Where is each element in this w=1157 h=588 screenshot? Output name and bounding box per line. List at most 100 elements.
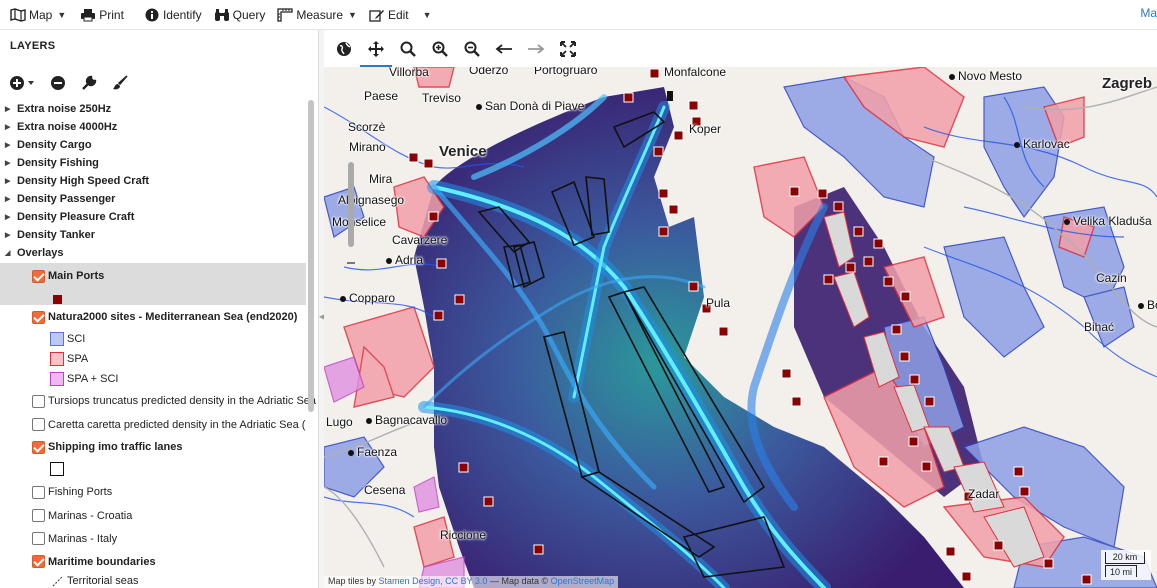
group-label: Density Tanker: [17, 229, 96, 241]
group-density-cargo[interactable]: ▶ Density Cargo: [0, 136, 306, 154]
osm-link[interactable]: OpenStreetMap: [551, 576, 615, 586]
city-cesena: Cesena: [364, 483, 406, 497]
legend-label: SPA + SCI: [67, 373, 119, 385]
forward-button[interactable]: [524, 37, 548, 61]
city-riccione: Riccione: [440, 528, 487, 542]
layer-natura2000[interactable]: Natura2000 sites - Mediterranean Sea (en…: [0, 305, 306, 329]
fullscreen-button[interactable]: [556, 37, 580, 61]
remove-layer-button[interactable]: [47, 72, 69, 94]
zoom-in-button[interactable]: [428, 37, 452, 61]
identify-label: Identify: [162, 7, 202, 22]
maritime-checkbox[interactable]: [32, 555, 45, 568]
harbor-mark: [667, 91, 673, 101]
layer-marinas-croatia[interactable]: Marinas - Croatia: [0, 504, 306, 527]
layer-label: Fishing Ports: [48, 486, 113, 498]
caret-right-icon: ▶: [5, 232, 11, 239]
zoom-out-button[interactable]: [460, 37, 484, 61]
layer-marinas-italy[interactable]: Marinas - Italy: [0, 527, 306, 550]
map-canvas[interactable]: Villorba Oderzo Portogruaro Monfalcone N…: [324, 67, 1157, 588]
main-ports-checkbox[interactable]: [32, 270, 45, 283]
top-right-link[interactable]: Ma: [1140, 6, 1157, 20]
caretta-checkbox[interactable]: [32, 418, 45, 431]
city-bihac: Bihać: [1084, 320, 1115, 334]
full-extent-button[interactable]: [332, 37, 356, 61]
city-velika: Velika Kladuša: [1064, 214, 1152, 228]
city-zadar: Zadar: [968, 487, 1000, 501]
legend-shipping-lane: [0, 458, 306, 480]
layer-fishing-ports[interactable]: Fishing Ports: [0, 480, 306, 504]
map-attribution: Map tiles by Stamen Design, CC BY 3.0 — …: [324, 576, 619, 588]
zoom-slider-bar[interactable]: [348, 162, 354, 247]
layer-scrollbar[interactable]: [307, 100, 315, 588]
binoculars-icon: [214, 7, 230, 23]
territorial-line-swatch: [52, 575, 64, 587]
group-extra-noise-250[interactable]: ▶ Extra noise 250Hz: [0, 100, 306, 118]
layer-label: Natura2000 sites - Mediterranean Sea (en…: [48, 311, 298, 323]
chevron-down-icon: ▼: [348, 9, 357, 20]
natura-checkbox[interactable]: [32, 310, 45, 324]
map-menu[interactable]: Map ▼: [0, 0, 70, 30]
group-density-fishing[interactable]: ▶ Density Fishing: [0, 154, 306, 172]
group-label: Extra noise 250Hz: [17, 103, 112, 115]
spa-sci-swatch: [50, 372, 64, 386]
identify-button[interactable]: Identify: [140, 0, 206, 30]
group-label: Density High Speed Craft: [17, 175, 150, 187]
group-density-passenger[interactable]: ▶ Density Passenger: [0, 190, 306, 208]
move-icon: [368, 40, 384, 57]
group-label: Overlays: [17, 247, 64, 259]
city-adria: Adria: [386, 253, 423, 267]
layers-panel: LAYERS ▶ Extra noise 250Hz ▶ Extra noise 4…: [0, 30, 318, 588]
pan-button[interactable]: [360, 37, 392, 67]
attribution-prefix: Map tiles by: [328, 576, 377, 586]
legend-sci: SCI: [0, 329, 306, 349]
layer-tursiops[interactable]: Tursiops truncatus predicted density in …: [0, 389, 318, 413]
city-cazin: Cazin: [1096, 271, 1127, 285]
group-density-pleasure[interactable]: ▶ Density Pleasure Craft: [0, 208, 306, 226]
layer-tree: ▶ Extra noise 250Hz ▶ Extra noise 4000Hz ▶…: [0, 100, 318, 588]
measure-menu[interactable]: Measure ▼: [273, 0, 361, 30]
caret-right-icon: ▶: [5, 178, 11, 185]
city-lugo: Lugo: [326, 415, 353, 429]
layer-caretta[interactable]: Caretta caretta predicted density in the…: [0, 413, 306, 436]
layer-maritime-boundaries[interactable]: Maritime boundaries: [0, 550, 306, 573]
print-button[interactable]: Print: [76, 0, 128, 30]
layer-settings-button[interactable]: [78, 72, 100, 94]
legend-label: SCI: [67, 333, 86, 345]
marinas-croatia-checkbox[interactable]: [32, 509, 45, 522]
layer-label: Marinas - Croatia: [48, 509, 133, 522]
measure-label: Measure: [296, 7, 344, 22]
layer-main-ports[interactable]: Main Ports: [0, 263, 306, 305]
zoom-box-button[interactable]: [396, 37, 420, 61]
scrollbar-thumb[interactable]: [308, 100, 314, 412]
stamen-link[interactable]: Stamen Design, CC BY 3.0: [379, 576, 488, 586]
tursiops-checkbox[interactable]: [32, 394, 45, 408]
attribution-mid: — Map data ©: [489, 576, 549, 586]
group-density-tanker[interactable]: ▶ Density Tanker: [0, 226, 306, 244]
fishing-ports-checkbox[interactable]: [32, 485, 45, 499]
zoom-slider[interactable]: [344, 162, 358, 272]
layer-label: Tursiops truncatus predicted density in …: [48, 395, 318, 407]
shipping-checkbox[interactable]: [32, 440, 45, 454]
edit-menu[interactable]: Edit ▼: [365, 0, 436, 30]
group-label: Extra noise 4000Hz: [17, 121, 118, 133]
city-paese: Paese: [364, 89, 399, 103]
edit-label: Edit: [387, 7, 409, 22]
city-scorze: Scorzè: [348, 120, 386, 134]
caret-right-icon: ▶: [5, 142, 11, 149]
zoom-minus-icon[interactable]: [347, 262, 355, 264]
group-overlays[interactable]: ◢ Overlays: [0, 244, 306, 262]
legend-spa: SPA: [0, 349, 306, 369]
city-monfalcone: Monfalcone: [664, 67, 727, 79]
marinas-italy-checkbox[interactable]: [32, 532, 45, 545]
layer-label: Main Ports: [48, 270, 105, 282]
minus-circle-icon: [51, 76, 65, 90]
caret-right-icon: ▶: [5, 160, 11, 167]
add-layer-button[interactable]: [8, 72, 38, 94]
chevron-down-icon: ▼: [422, 9, 432, 20]
layer-style-button[interactable]: [109, 72, 131, 94]
group-density-high-speed[interactable]: ▶ Density High Speed Craft: [0, 172, 306, 190]
query-button[interactable]: Query: [210, 0, 270, 30]
layer-shipping-lanes[interactable]: Shipping imo traffic lanes: [0, 436, 306, 458]
group-extra-noise-4000[interactable]: ▶ Extra noise 4000Hz: [0, 118, 306, 136]
back-button[interactable]: [492, 37, 516, 61]
